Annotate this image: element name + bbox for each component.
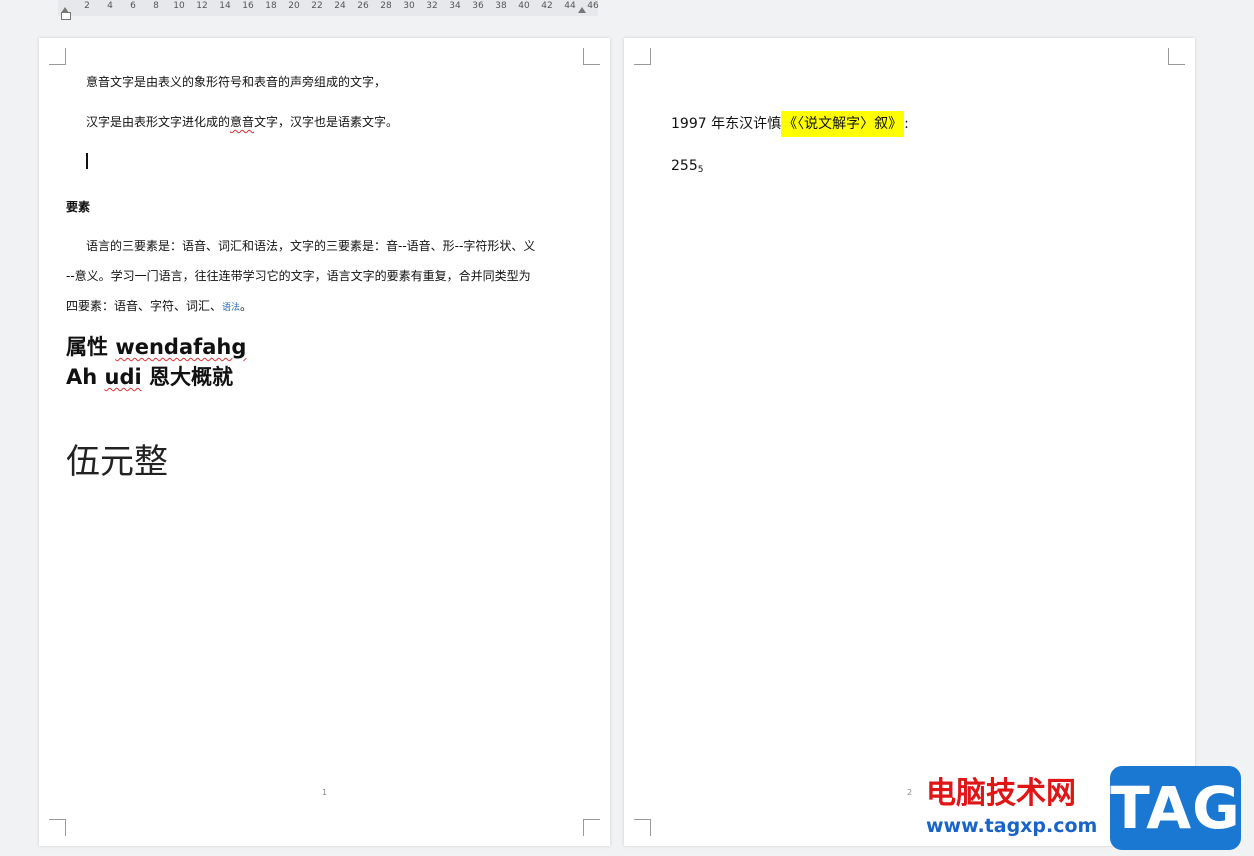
left-margin-marker-icon[interactable] (61, 12, 71, 20)
document-page-2[interactable]: 1997 年东汉许慎 《〈说文解字〉叙》: 2555 2 (624, 38, 1195, 846)
ruler-number: 32 (426, 1, 438, 11)
heading-text: 恩大概就 (141, 365, 234, 389)
attribute-heading[interactable]: 属性 wendafahg (66, 331, 246, 361)
margin-corner-mark (49, 48, 66, 65)
horizontal-ruler[interactable]: 2 4 6 8 10 12 14 16 18 20 22 24 26 28 30… (58, 0, 599, 20)
paragraph-line[interactable]: 意音文字是由表义的象形符号和表音的声旁组成的文字， (86, 73, 386, 90)
paragraph-text: 意音文字是由表义的象形符号和表音的声旁组成的文字， (86, 75, 387, 89)
margin-corner-mark (1168, 48, 1185, 65)
ruler-number: 46 (587, 1, 599, 11)
watermark-site-name: 电脑技术网 (926, 776, 1076, 811)
paragraph-text: 汉字是由表形文字进化成的 (86, 115, 231, 129)
ruler-number: 4 (107, 1, 113, 11)
margin-corner-mark (634, 819, 651, 836)
ruler-number: 44 (564, 1, 576, 11)
paragraph-line[interactable]: 1997 年东汉许慎 《〈说文解字〉叙》: (671, 111, 909, 137)
margin-corner-mark (49, 819, 66, 836)
ruler-number: 24 (334, 1, 346, 11)
ruler-number: 28 (380, 1, 392, 11)
ruler-number: 16 (242, 1, 254, 11)
ruler-number: 12 (196, 1, 208, 11)
ruler-number: 22 (311, 1, 323, 11)
attribute-heading[interactable]: Ah udi 恩大概就 (66, 361, 233, 391)
document-page-1[interactable]: 意音文字是由表义的象形符号和表音的声旁组成的文字， 汉字是由表形文字进化成的意音… (39, 38, 610, 846)
spell-error-text[interactable]: wendafahg (115, 335, 246, 359)
ruler-number: 36 (472, 1, 484, 11)
margin-corner-mark (583, 819, 600, 836)
ruler-number: 6 (130, 1, 136, 11)
heading-text: 属性 (66, 335, 116, 359)
link-text[interactable]: 语法 (222, 303, 240, 313)
ruler-number: 18 (265, 1, 277, 11)
right-indent-marker-icon[interactable] (578, 7, 586, 13)
paragraph-text: : (904, 116, 909, 132)
paragraph-line[interactable]: 语言的三要素是：语音、词汇和语法，文字的三要素是：音--语音、形--字符形状、义 (86, 237, 535, 254)
text-cursor (86, 153, 88, 169)
ruler-number: 8 (153, 1, 159, 11)
tag-logo-icon: TAG (1110, 766, 1241, 850)
subscript-text: 5 (697, 165, 704, 175)
ruler-number: 30 (403, 1, 415, 11)
watermark-url: www.tagxp.com (926, 815, 1098, 837)
ruler-number: 42 (541, 1, 553, 11)
section-heading[interactable]: 要素 (66, 198, 90, 215)
margin-corner-mark (634, 48, 651, 65)
paragraph-line[interactable]: 汉字是由表形文字进化成的意音文字，汉字也是语素文字。 (86, 113, 398, 130)
paragraph-text: 1997 年东汉许慎 (671, 116, 782, 132)
ruler-number: 38 (495, 1, 507, 11)
paragraph-text: 文字，汉字也是语素文字。 (254, 115, 399, 129)
heading-text: Ah (66, 365, 105, 389)
ruler-number: 34 (449, 1, 461, 11)
ruler-number: 2 (84, 1, 90, 11)
page-number: 2 (907, 788, 913, 797)
paragraph-line[interactable]: --意义。学习一门语言，往往连带学习它的文字，语言文字的要素有重复，合并同类型为 (66, 267, 531, 284)
large-text[interactable]: 伍元整 (66, 434, 168, 483)
ruler-number: 40 (518, 1, 530, 11)
paragraph-text: 四要素：语音、字符、词汇、 (66, 299, 223, 313)
ruler-number: 20 (288, 1, 300, 11)
logo-text: TAG (1110, 774, 1241, 842)
paragraph-text: 255 (671, 158, 698, 174)
paragraph-line[interactable]: 四要素：语音、字符、词汇、语法。 (66, 297, 252, 314)
ruler-number: 10 (173, 1, 185, 11)
page-number: 1 (322, 788, 328, 797)
highlighted-text[interactable]: 《〈说文解字〉叙》 (781, 111, 905, 137)
margin-corner-mark (583, 48, 600, 65)
spell-error-text[interactable]: 意音 (230, 115, 254, 129)
paragraph-text: 。 (240, 299, 253, 313)
ruler-number: 26 (357, 1, 369, 11)
paragraph-line[interactable]: 2555 (671, 158, 703, 175)
ruler-number: 14 (219, 1, 231, 11)
spell-error-text[interactable]: udi (105, 365, 142, 389)
